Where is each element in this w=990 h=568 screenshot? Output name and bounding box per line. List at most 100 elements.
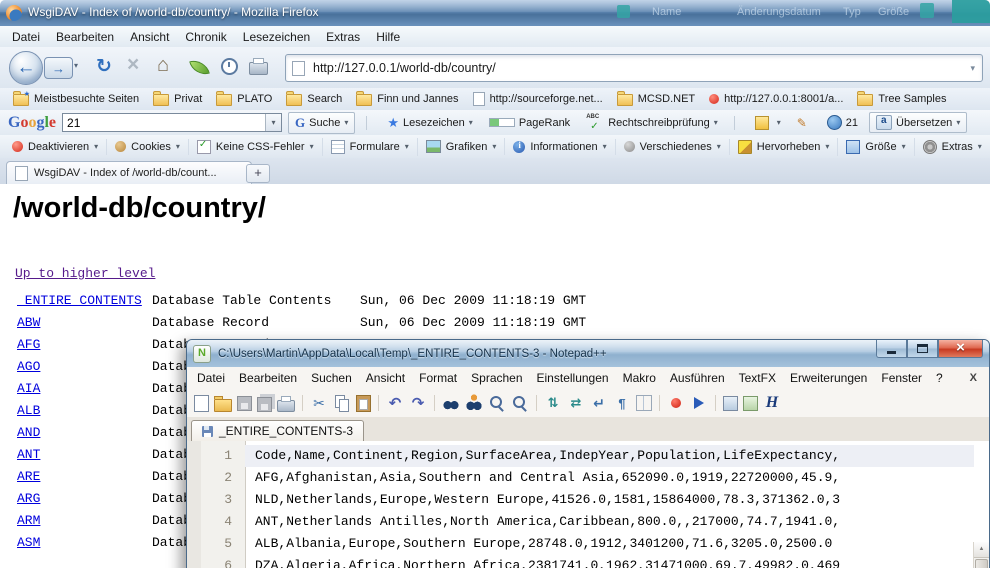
url-bar[interactable] xyxy=(285,54,983,82)
record-icon[interactable] xyxy=(667,394,685,412)
scrollbar-thumb[interactable] xyxy=(975,559,988,568)
forward-button[interactable] xyxy=(44,57,73,79)
scroll-up-icon[interactable] xyxy=(974,542,989,558)
menubar-item[interactable]: Fenster xyxy=(874,368,929,388)
google-toolbar-button[interactable]: Lesezeichen xyxy=(382,114,477,132)
chevron-down-icon[interactable] xyxy=(310,142,314,151)
menubar-item[interactable]: Datei xyxy=(4,28,48,46)
guide-icon[interactable] xyxy=(636,395,652,411)
webdev-menu-button[interactable]: Hervorheben xyxy=(730,138,839,156)
paste-icon[interactable] xyxy=(356,395,371,412)
chevron-down-icon[interactable] xyxy=(714,118,718,127)
bookmark-item[interactable]: Privat xyxy=(146,90,209,108)
menubar-item[interactable]: Chronik xyxy=(177,28,234,46)
reload-icon[interactable] xyxy=(96,55,112,78)
save-icon[interactable] xyxy=(237,396,252,411)
close-button[interactable] xyxy=(938,340,983,358)
history-dropdown-icon[interactable] xyxy=(74,61,78,70)
listing-entry-link[interactable]: ARE xyxy=(17,466,40,488)
listing-entry-link[interactable]: ABW xyxy=(17,312,40,334)
google-toolbar-button[interactable]: Suche xyxy=(288,112,355,134)
wrap-icon[interactable] xyxy=(590,394,608,412)
chevron-down-icon[interactable] xyxy=(956,118,960,127)
webdev-menu-button[interactable]: Grafiken xyxy=(418,138,506,155)
doc-switch-icon[interactable] xyxy=(723,396,738,411)
google-toolbar-button[interactable]: PageRank xyxy=(484,116,575,130)
print-icon[interactable] xyxy=(277,400,295,412)
menubar-item[interactable]: Hilfe xyxy=(368,28,408,46)
menubar-item[interactable]: Ansicht xyxy=(122,28,177,46)
listing-entry-link[interactable]: ASM xyxy=(17,532,40,554)
menubar-item[interactable]: Extras xyxy=(318,28,368,46)
menubar-item[interactable]: Bearbeiten xyxy=(232,368,304,388)
bookmark-item[interactable]: Search xyxy=(279,90,349,108)
undo-icon[interactable] xyxy=(386,394,404,412)
chevron-down-icon[interactable] xyxy=(344,118,348,127)
menubar-item[interactable]: Datei xyxy=(190,368,232,388)
menubar-item[interactable]: Makro xyxy=(616,368,663,388)
chevron-down-icon[interactable] xyxy=(469,118,473,127)
replace-icon[interactable] xyxy=(465,394,483,412)
find-icon[interactable] xyxy=(442,394,460,412)
open-folder-icon[interactable] xyxy=(214,399,232,412)
listing-entry-link[interactable]: ENTIRE CONTENTS xyxy=(17,290,142,312)
back-button[interactable] xyxy=(9,51,43,85)
google-search-box[interactable] xyxy=(62,113,282,132)
menubar-item[interactable]: Suchen xyxy=(304,368,359,388)
chevron-down-icon[interactable] xyxy=(492,142,496,151)
listing-entry-link[interactable]: AIA xyxy=(17,378,40,400)
redo-icon[interactable] xyxy=(409,394,427,412)
bookmark-item[interactable]: PLATO xyxy=(209,90,279,108)
firefox-titlebar[interactable]: NameÄnderungsdatumTypGröße WsgiDAV - Ind… xyxy=(0,0,990,27)
new-tab-button[interactable]: + xyxy=(246,164,270,183)
search-history-dropdown-icon[interactable] xyxy=(265,114,281,131)
menubar-item[interactable]: TextFX xyxy=(732,368,783,388)
bookmark-item[interactable]: Finn und Jannes xyxy=(349,90,465,108)
up-to-higher-level-link[interactable]: Up to higher level xyxy=(15,266,155,281)
bookmark-item[interactable]: Tree Samples xyxy=(850,90,953,108)
listing-entry-link[interactable]: AGO xyxy=(17,356,40,378)
listing-entry-link[interactable]: ARG xyxy=(17,488,40,510)
menubar-item[interactable]: ? xyxy=(929,368,950,388)
menubar-item[interactable]: Ansicht xyxy=(359,368,412,388)
new-file-icon[interactable] xyxy=(194,395,209,412)
bookmark-item[interactable]: http://sourceforge.net... xyxy=(466,90,610,108)
menubar-item[interactable]: Bearbeiten xyxy=(48,28,122,46)
menubar-item[interactable]: Sprachen xyxy=(464,368,529,388)
google-toolbar-button[interactable]: Rechtschreibprüfung xyxy=(581,114,723,131)
menubar-close-x[interactable]: X xyxy=(970,372,989,384)
webdev-menu-button[interactable]: Keine CSS-Fehler xyxy=(189,138,323,156)
feed-feather-icon[interactable] xyxy=(189,57,210,78)
listing-entry-link[interactable]: ALB xyxy=(17,400,40,422)
google-toolbar-button[interactable] xyxy=(792,115,816,131)
chevron-down-icon[interactable] xyxy=(717,142,721,151)
menubar-item[interactable]: Einstellungen xyxy=(530,368,616,388)
show-symbols-icon[interactable] xyxy=(613,394,631,412)
chevron-down-icon[interactable] xyxy=(405,142,409,151)
chevron-down-icon[interactable] xyxy=(825,142,829,151)
menubar-item[interactable]: Ausführen xyxy=(663,368,732,388)
google-toolbar-button[interactable]: Übersetzen xyxy=(869,112,967,133)
listing-entry-link[interactable]: AND xyxy=(17,422,40,444)
save-all-icon[interactable] xyxy=(257,397,272,412)
chevron-down-icon[interactable] xyxy=(94,142,98,151)
zoom-in-icon[interactable] xyxy=(488,394,506,412)
cut-icon[interactable] xyxy=(310,394,328,412)
bookmark-item[interactable]: http://127.0.0.1:8001/a... xyxy=(702,91,850,107)
webdev-menu-button[interactable]: Formulare xyxy=(323,138,418,156)
func-list-icon[interactable] xyxy=(743,396,758,411)
bookmark-item[interactable]: Meistbesuchte Seiten xyxy=(6,90,146,108)
urlbar-dropdown-icon[interactable] xyxy=(970,63,975,74)
webdev-menu-button[interactable]: Extras xyxy=(915,138,990,156)
print-icon[interactable] xyxy=(249,62,268,75)
menubar-item[interactable]: Format xyxy=(412,368,464,388)
google-search-input[interactable] xyxy=(63,115,265,131)
chevron-down-icon[interactable] xyxy=(902,142,906,151)
webdev-menu-button[interactable]: Deaktivieren xyxy=(4,139,107,155)
copy-icon[interactable] xyxy=(333,394,351,412)
url-input[interactable] xyxy=(311,60,970,76)
home-icon[interactable] xyxy=(157,54,169,77)
zoom-out-icon[interactable] xyxy=(511,394,529,412)
menubar-item[interactable]: Lesezeichen xyxy=(235,28,318,46)
document-tab[interactable]: _ENTIRE_CONTENTS-3 xyxy=(191,420,364,442)
